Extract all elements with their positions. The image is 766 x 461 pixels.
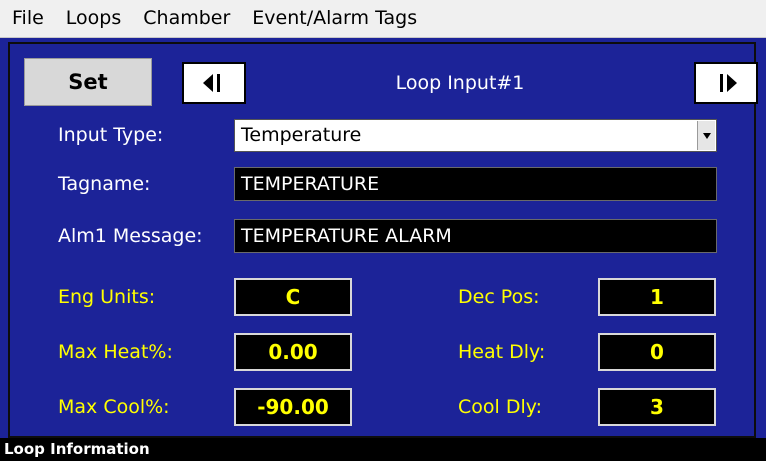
max-heat-field[interactable]: 0.00 <box>234 333 352 371</box>
dropdown-arrow-icon[interactable] <box>697 121 715 150</box>
input-type-dropdown[interactable]: Temperature <box>234 119 717 152</box>
heat-dly-field[interactable]: 0 <box>598 333 716 371</box>
next-loop-button[interactable] <box>694 62 758 104</box>
arrow-right-icon <box>720 74 737 92</box>
menu-chamber[interactable]: Chamber <box>131 0 240 37</box>
menu-event-alarm-tags[interactable]: Event/Alarm Tags <box>240 0 427 37</box>
loop-title: Loop Input#1 <box>395 72 525 94</box>
cool-dly-field[interactable]: 3 <box>598 388 716 426</box>
set-button[interactable]: Set <box>24 58 152 106</box>
arrow-left-icon <box>203 74 220 92</box>
tagname-field[interactable]: TEMPERATURE <box>234 167 717 201</box>
menu-loops[interactable]: Loops <box>54 0 131 37</box>
eng-units-label: Eng Units: <box>58 286 156 308</box>
input-type-label: Input Type: <box>58 124 164 146</box>
max-heat-label: Max Heat%: <box>58 341 173 363</box>
menu-bar: File Loops Chamber Event/Alarm Tags <box>0 0 766 38</box>
alm1-message-field[interactable]: TEMPERATURE ALARM <box>234 219 717 253</box>
max-cool-label: Max Cool%: <box>58 396 170 418</box>
alm1-message-label: Alm1 Message: <box>58 225 203 247</box>
status-bar: Loop Information <box>0 438 766 461</box>
heat-dly-label: Heat Dly: <box>458 341 546 363</box>
max-cool-field[interactable]: -90.00 <box>234 388 352 426</box>
previous-loop-button[interactable] <box>182 62 246 104</box>
dec-pos-field[interactable]: 1 <box>598 278 716 316</box>
input-type-value: Temperature <box>241 124 362 146</box>
cool-dly-label: Cool Dly: <box>458 396 543 418</box>
menu-file[interactable]: File <box>0 0 54 37</box>
dec-pos-label: Dec Pos: <box>458 286 540 308</box>
eng-units-field[interactable]: C <box>234 278 352 316</box>
tagname-label: Tagname: <box>58 173 151 195</box>
